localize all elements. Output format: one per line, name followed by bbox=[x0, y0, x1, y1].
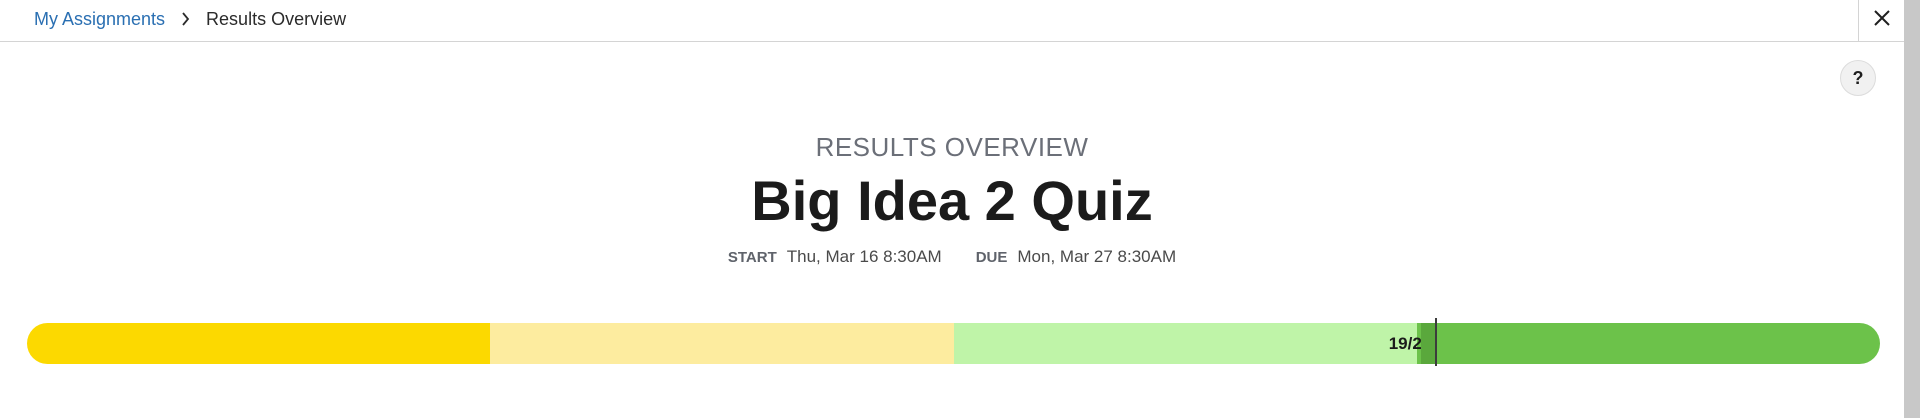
due-date: DUE Mon, Mar 27 8:30AM bbox=[976, 245, 1176, 270]
score-marker bbox=[1435, 318, 1438, 366]
score-progress-bar bbox=[27, 323, 1880, 364]
close-icon bbox=[1873, 9, 1891, 32]
due-label: DUE bbox=[975, 249, 1008, 266]
top-bar: My Assignments Results Overview bbox=[0, 0, 1858, 42]
progress-band-3 bbox=[953, 323, 1417, 364]
breadcrumb: My Assignments Results Overview bbox=[34, 0, 346, 38]
progress-band-4 bbox=[1416, 323, 1880, 364]
breadcrumb-current: Results Overview bbox=[206, 8, 347, 29]
breadcrumb-link-my-assignments[interactable]: My Assignments bbox=[34, 9, 165, 30]
section-label: RESULTS OVERVIEW bbox=[815, 132, 1089, 162]
start-label: START bbox=[727, 249, 777, 266]
due-value: Mon, Mar 27 8:30AM bbox=[1017, 247, 1177, 266]
start-value: Thu, Mar 16 8:30AM bbox=[786, 247, 942, 266]
score-marker-fill bbox=[1421, 323, 1436, 364]
help-button[interactable]: ? bbox=[1840, 60, 1876, 96]
help-icon: ? bbox=[1852, 67, 1864, 88]
chevron-right-icon bbox=[181, 12, 190, 26]
results-header: RESULTS OVERVIEW Big Idea 2 Quiz START T… bbox=[0, 128, 1904, 270]
score-label: 19/25 bbox=[1388, 334, 1432, 353]
start-date: START Thu, Mar 16 8:30AM bbox=[728, 245, 942, 270]
close-button[interactable] bbox=[1858, 0, 1905, 42]
scrollbar-track[interactable] bbox=[1904, 0, 1920, 418]
assignment-dates: START Thu, Mar 16 8:30AM DUE Mon, Mar 27… bbox=[0, 245, 1904, 270]
page-title: Big Idea 2 Quiz bbox=[751, 169, 1153, 232]
scrollbar-thumb[interactable] bbox=[1904, 0, 1920, 418]
progress-band-2 bbox=[490, 323, 954, 364]
progress-band-1 bbox=[27, 323, 491, 364]
